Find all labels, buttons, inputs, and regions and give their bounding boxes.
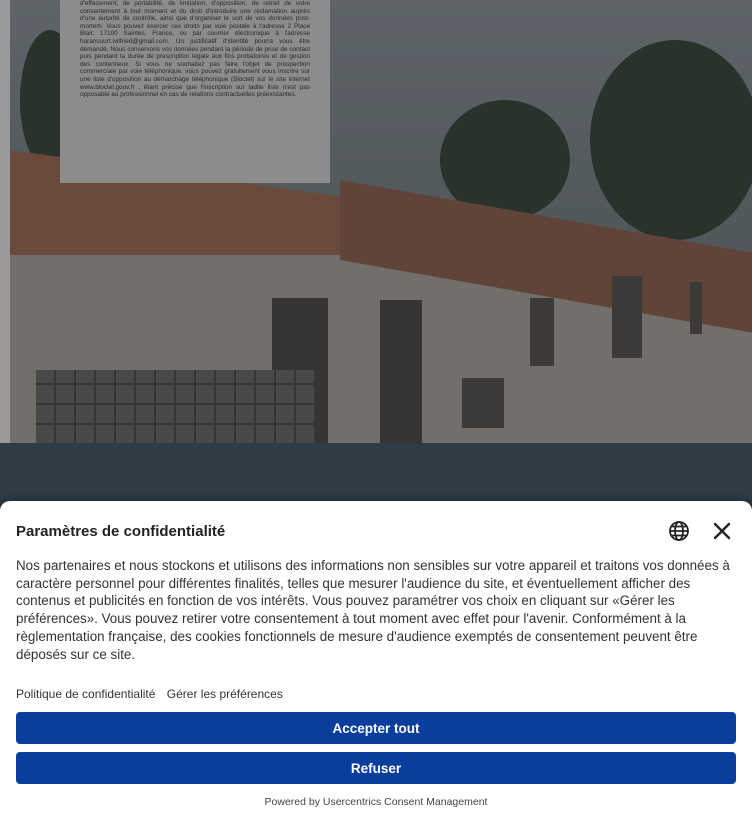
page-edge (0, 0, 10, 443)
globe-icon[interactable] (668, 520, 690, 542)
dialog-description: Nos partenaires et nous stockons et util… (16, 558, 730, 662)
accept-all-button[interactable]: Accepter tout (16, 712, 736, 744)
consent-dialog: Paramètres de confidentialité Nos parten… (0, 501, 752, 824)
manage-preferences-link[interactable]: Gérer les préférences (167, 687, 283, 701)
powered-by-text: Powered by Usercentrics Consent Manageme… (264, 796, 488, 808)
privacy-text-card: d'effacement, de portabilité, de limitat… (60, 0, 330, 183)
dialog-links: Politique de confidentialité Gérer les p… (16, 687, 291, 701)
footer-band (0, 443, 752, 503)
background-photo: d'effacement, de portabilité, de limitat… (0, 0, 752, 443)
refuse-button[interactable]: Refuser (16, 752, 736, 784)
privacy-text: d'effacement, de portabilité, de limitat… (80, 0, 310, 99)
privacy-policy-link[interactable]: Politique de confidentialité (16, 687, 155, 701)
close-icon[interactable] (711, 520, 733, 542)
dialog-title: Paramètres de confidentialité (16, 523, 226, 540)
